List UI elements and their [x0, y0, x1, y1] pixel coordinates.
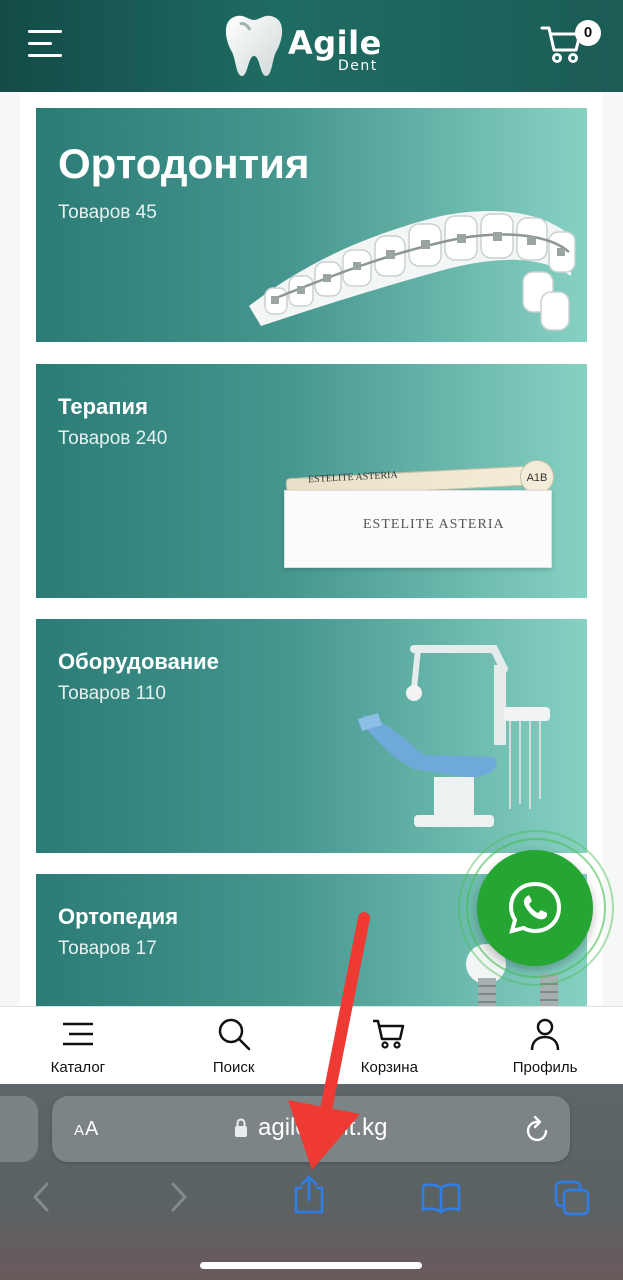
category-count: Товаров 17: [58, 938, 157, 959]
category-title: Терапия: [58, 394, 148, 419]
forward-icon[interactable]: [168, 1180, 190, 1214]
tabs-icon[interactable]: [554, 1180, 592, 1216]
category-title: Ортодонтия: [58, 140, 310, 187]
search-icon: [218, 1018, 250, 1051]
reload-icon: [526, 1115, 548, 1142]
cart-count-badge: 0: [575, 20, 601, 46]
share-icon[interactable]: [290, 1174, 328, 1216]
category-title: Ортопедия: [58, 904, 179, 929]
hamburger-line: [28, 54, 62, 57]
home-indicator: [200, 1262, 422, 1269]
previous-tab-preview[interactable]: [0, 1096, 38, 1162]
whatsapp-icon: [508, 881, 562, 934]
text-size-small: A: [74, 1122, 86, 1139]
url-text[interactable]: agiledent.kg: [258, 1114, 387, 1142]
cart-icon: [373, 1019, 405, 1049]
logo-subtitle: Dent: [338, 58, 378, 74]
nav-search[interactable]: Поиск: [156, 1007, 312, 1084]
hamburger-line: [28, 42, 52, 45]
category-title: Оборудование: [58, 649, 219, 674]
product-box-image: ESTELITE ASTERIA: [284, 490, 552, 568]
menu-icon: [62, 1022, 93, 1046]
site-header: Agile Dent 0: [0, 0, 623, 92]
category-count: Товаров 45: [58, 202, 157, 223]
box-label: ESTELITE ASTERIA: [363, 517, 505, 532]
syringe-shade: A1B: [520, 460, 554, 494]
lock-icon: [235, 1118, 247, 1137]
category-count: Товаров 240: [58, 428, 168, 449]
tooth-logo-icon: [225, 15, 283, 77]
nav-label: Каталог: [50, 1059, 106, 1076]
bookmarks-icon[interactable]: [420, 1182, 462, 1214]
hamburger-line: [28, 30, 62, 33]
address-bar[interactable]: AA agiledent.kg: [52, 1096, 570, 1162]
nav-label: Поиск: [212, 1059, 255, 1076]
nav-catalog[interactable]: Каталог: [0, 1007, 156, 1084]
category-card-therapy[interactable]: Терапия Товаров 240 ESTELITE ASTERIA A1B…: [36, 364, 587, 598]
user-icon: [530, 1018, 560, 1051]
braces-image: [249, 210, 576, 331]
nav-label: Корзина: [360, 1059, 418, 1076]
back-icon[interactable]: [30, 1180, 52, 1214]
category-card-orthodontics[interactable]: Ортодонтия Товаров 45: [36, 108, 587, 342]
category-count: Товаров 110: [58, 683, 166, 704]
hamburger-menu-button[interactable]: [28, 30, 64, 60]
whatsapp-chat-button[interactable]: [477, 850, 593, 966]
dental-chair-image: [358, 645, 550, 827]
text-size-button[interactable]: AA: [74, 1118, 99, 1141]
header-cart-button[interactable]: 0: [540, 20, 602, 70]
category-card-equipment[interactable]: Оборудование Товаров 110: [36, 619, 587, 853]
bottom-navigation: Каталог Поиск Корзина Профиль: [0, 1006, 623, 1084]
nav-profile[interactable]: Профиль: [467, 1007, 623, 1084]
site-logo[interactable]: Agile Dent: [222, 10, 392, 80]
nav-label: Профиль: [512, 1059, 578, 1076]
browser-toolbar: AA agiledent.kg: [0, 1084, 623, 1280]
logo-title: Agile: [288, 24, 382, 62]
text-size-big: A: [85, 1118, 100, 1140]
nav-cart[interactable]: Корзина: [312, 1007, 468, 1084]
